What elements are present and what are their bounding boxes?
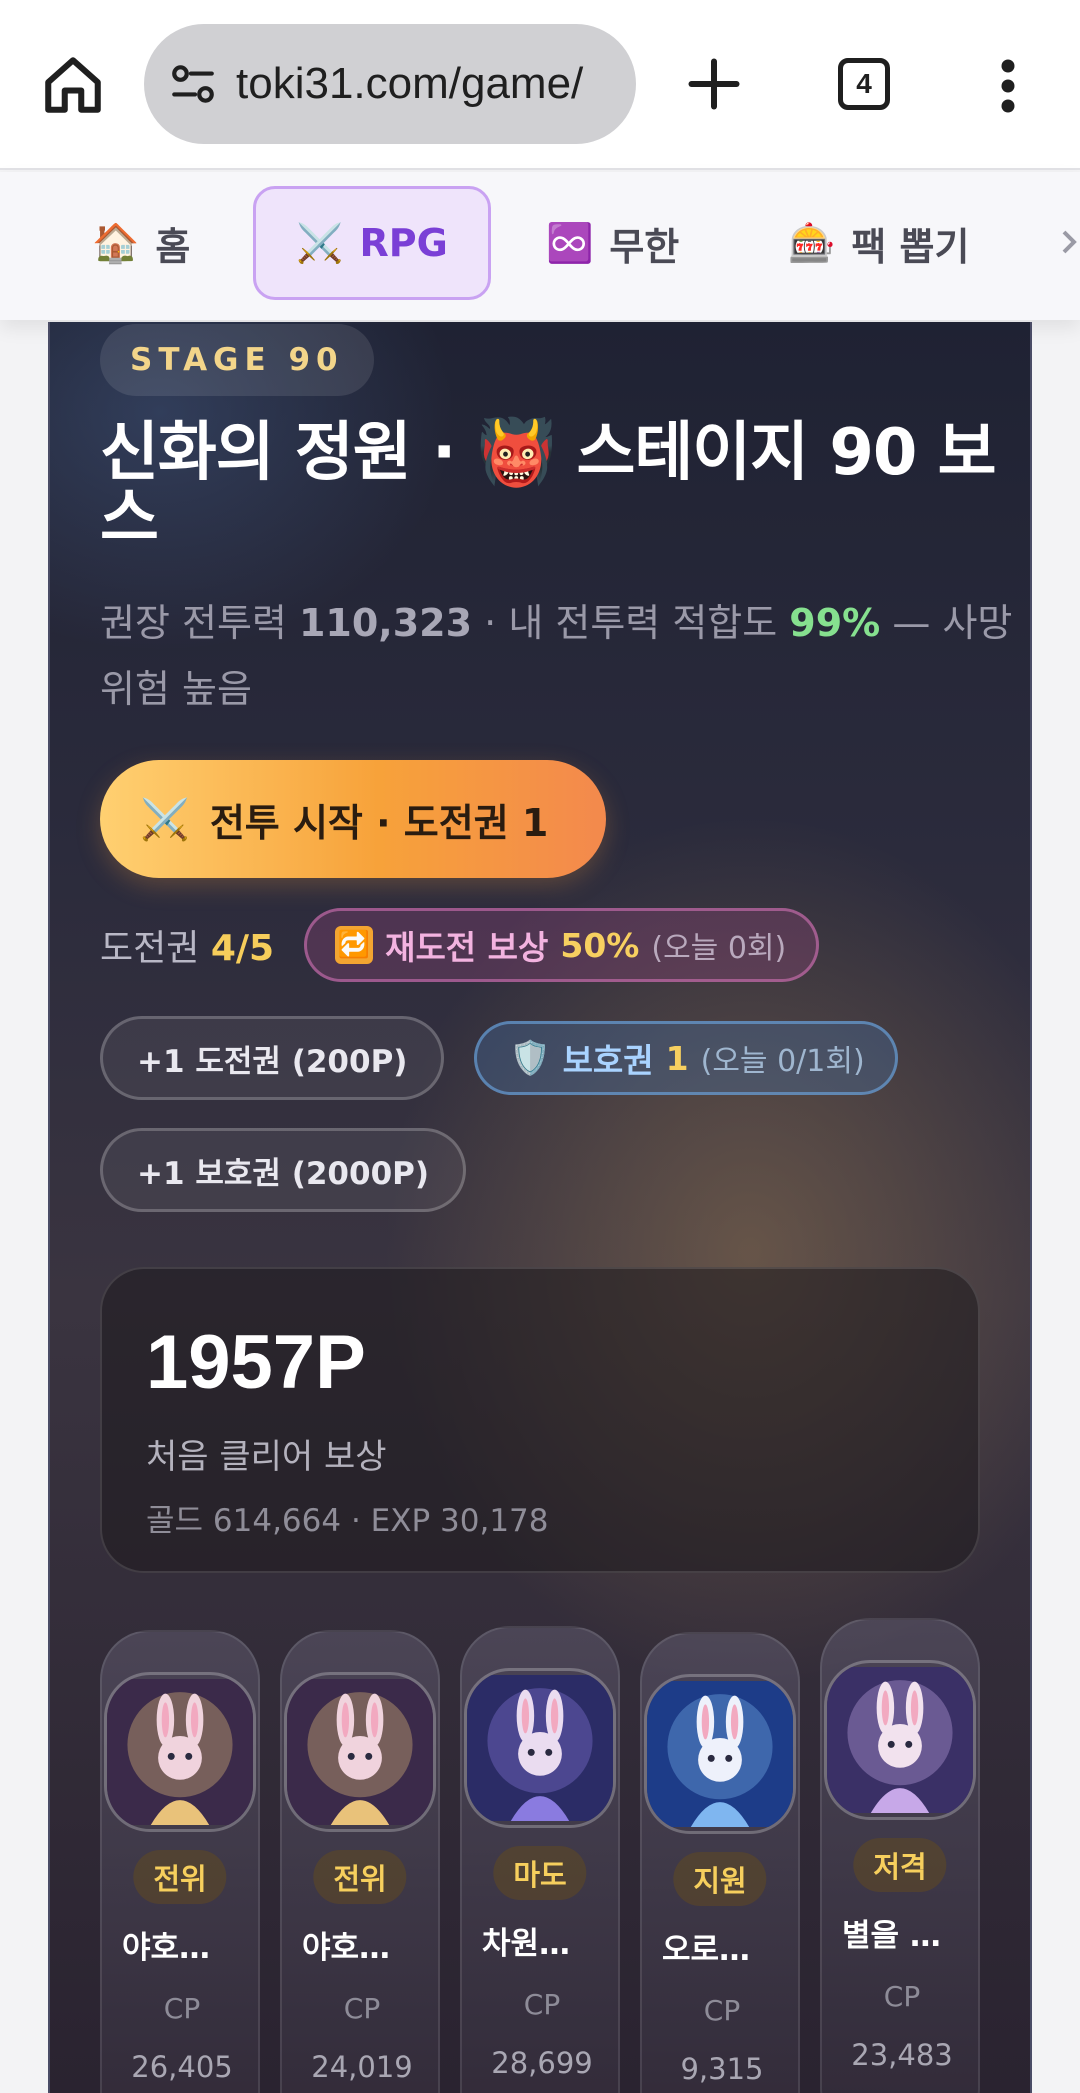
shield-label: 보호권: [562, 1041, 654, 1080]
retry-percent: 50%: [560, 925, 640, 965]
bunny-hero-icon: [107, 1679, 253, 1825]
nav-item-label: 팩 뽑기: [851, 224, 970, 269]
site-nav: 🏠 홈 ⚔️ RPG ♾️ 무한 🎰 팩 뽑기: [0, 172, 1080, 320]
slot-machine-icon: 🎰: [788, 220, 836, 265]
hero-name: 별을 …: [842, 1918, 941, 1954]
hero-cp-value: 28,699: [491, 2046, 593, 2080]
stage-card: STAGE 90 신화의 정원 · 👹 스테이지 90 보스 권장 전투력 11…: [48, 322, 1032, 2093]
hero-cp-value: 9,315: [680, 2052, 764, 2086]
nav-item-label: RPG: [359, 221, 448, 265]
hero-card[interactable]: 전위 야호… CP 26,405: [100, 1630, 260, 2093]
recommended-power-label: 권장 전투력: [100, 601, 287, 645]
retry-reward-badge: 🔁 재도전 보상 50% (오늘 0회): [304, 908, 820, 982]
buy-shield-button[interactable]: +1 보호권 (2000P): [100, 1128, 467, 1212]
hero-name: 야호…: [302, 1930, 391, 1966]
more-menu-icon[interactable]: [990, 56, 1026, 116]
hero-card[interactable]: 저격 별을 … CP 23,483: [820, 1618, 980, 2093]
hero-portrait: [464, 1668, 616, 1828]
nav-item-rpg[interactable]: ⚔️ RPG: [253, 186, 491, 300]
hero-cp-value: 26,405: [131, 2050, 233, 2084]
hero-cp-value: 24,019: [311, 2050, 413, 2084]
ticket-actions-row: +1 도전권 (200P) 🛡️ 보호권 1 (오늘 0/1회): [100, 1016, 898, 1100]
site-info-icon[interactable]: [168, 59, 218, 109]
nav-item-label: 무한: [609, 224, 680, 269]
house-icon: 🏠: [92, 220, 140, 265]
bunny-hero-icon: [467, 1675, 613, 1821]
shield-today: (오늘 0/1회): [700, 1044, 865, 1079]
recommended-power-value: 110,323: [298, 601, 473, 645]
hero-portrait: [824, 1660, 976, 1820]
nav-item-infinite[interactable]: ♾️ 무한: [524, 186, 701, 300]
fit-value: 99%: [789, 601, 881, 645]
hero-card[interactable]: 전위 야호… CP 24,019: [280, 1630, 440, 2093]
repeat-icon: 🔁: [335, 926, 374, 964]
hero-portrait: [104, 1672, 256, 1832]
reward-points: 1957P: [146, 1320, 366, 1405]
hero-cp-value: 23,483: [851, 2038, 953, 2072]
retry-label: 재도전 보상: [385, 928, 549, 967]
nav-item-label: 홈: [155, 224, 191, 269]
buy-ticket-button[interactable]: +1 도전권 (200P): [100, 1016, 445, 1100]
stage-title: 신화의 정원 · 👹 스테이지 90 보스: [100, 416, 997, 556]
hero-portrait: [644, 1674, 796, 1834]
retry-today: (오늘 0회): [651, 931, 787, 966]
new-tab-icon[interactable]: [684, 54, 744, 114]
hero-cp-label: CP: [343, 1992, 381, 2025]
tickets-label: 도전권: [100, 928, 200, 969]
hero-portrait: [284, 1672, 436, 1832]
bunny-hero-icon: [287, 1679, 433, 1825]
start-battle-label: 전투 시작 · 도전권 1: [209, 800, 549, 845]
shield-icon: 🛡️: [509, 1038, 551, 1077]
hero-role: 저격: [853, 1838, 947, 1892]
hero-cp-label: CP: [883, 1980, 921, 2013]
hero-cp-label: CP: [163, 1992, 201, 2025]
browser-toolbar: toki31.com/game/ 4: [0, 0, 1080, 170]
tab-switcher-button[interactable]: 4: [838, 58, 890, 110]
shield-badge: 🛡️ 보호권 1 (오늘 0/1회): [474, 1021, 898, 1095]
hero-card[interactable]: 지원 오로… CP 9,315: [640, 1632, 800, 2093]
hero-card[interactable]: 마도 차원… CP 28,699: [460, 1626, 620, 2093]
tickets-count: 도전권 4/5: [100, 919, 274, 971]
reward-label: 처음 클리어 보상: [146, 1437, 387, 1477]
infinity-icon: ♾️: [546, 220, 594, 265]
hero-role: 마도: [493, 1846, 587, 1900]
shield-actions-row: +1 보호권 (2000P): [100, 1128, 467, 1212]
nav-item-home[interactable]: 🏠 홈: [70, 186, 212, 300]
stage-power-info: 권장 전투력 110,323 · 내 전투력 적합도 99% — 사망 위험 높…: [100, 590, 1020, 722]
hero-name: 차원…: [482, 1926, 571, 1962]
nav-overflow-hint-icon: [1062, 230, 1077, 254]
shield-count: 1: [665, 1038, 689, 1078]
nav-item-pack-draw[interactable]: 🎰 팩 뽑기: [766, 186, 991, 300]
url-text: toki31.com/game/: [236, 59, 584, 108]
hero-role: 지원: [673, 1852, 767, 1906]
reward-detail: 골드 614,664 · EXP 30,178: [146, 1503, 549, 1539]
hero-role: 전위: [133, 1850, 227, 1904]
start-battle-button[interactable]: ⚔️ 전투 시작 · 도전권 1: [100, 760, 606, 878]
hero-cp-label: CP: [703, 1994, 741, 2027]
home-icon[interactable]: [40, 52, 106, 118]
tickets-value: 4/5: [210, 928, 275, 969]
bunny-hero-icon: [827, 1667, 973, 1813]
hero-cp-label: CP: [523, 1988, 561, 2021]
fit-label: · 내 전투력 적합도: [484, 601, 778, 645]
first-clear-reward: 1957P 처음 클리어 보상 골드 614,664 · EXP 30,178: [100, 1267, 980, 1573]
bunny-hero-icon: [647, 1681, 793, 1827]
tickets-row: 도전권 4/5 🔁 재도전 보상 50% (오늘 0회): [100, 908, 820, 982]
crossed-swords-icon: ⚔️: [140, 796, 190, 843]
hero-role: 전위: [313, 1850, 407, 1904]
hero-name: 야호…: [122, 1930, 211, 1966]
stage-badge: STAGE 90: [100, 324, 374, 396]
hero-name: 오로…: [662, 1932, 751, 1968]
address-bar[interactable]: toki31.com/game/: [144, 24, 636, 144]
crossed-swords-icon: ⚔️: [296, 220, 344, 265]
